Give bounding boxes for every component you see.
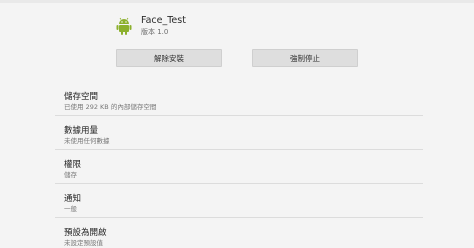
status-bar xyxy=(0,0,474,3)
setting-item-storage[interactable]: 儲存空間 已使用 292 KB 的內部儲存空間 xyxy=(55,82,423,116)
app-info-screen: Face_Test 版本 1.0 解除安裝 強制停止 儲存空間 已使用 292 … xyxy=(0,0,474,248)
setting-summary: 未設定預設值 xyxy=(64,239,103,247)
uninstall-button[interactable]: 解除安裝 xyxy=(116,49,222,67)
force-stop-button[interactable]: 強制停止 xyxy=(252,49,358,67)
setting-item-open-by-default[interactable]: 預設為開啟 未設定預設值 xyxy=(55,218,423,248)
setting-summary: 已使用 292 KB 的內部儲存空間 xyxy=(64,103,157,111)
setting-summary: 未使用任何數據 xyxy=(64,137,110,145)
app-header: Face_Test 版本 1.0 xyxy=(116,15,316,39)
setting-summary: 一般 xyxy=(64,205,77,213)
app-version: 版本 1.0 xyxy=(141,28,169,36)
settings-list: 儲存空間 已使用 292 KB 的內部儲存空間 數據用量 未使用任何數據 權限 … xyxy=(55,82,423,248)
setting-item-data-usage[interactable]: 數據用量 未使用任何數據 xyxy=(55,116,423,150)
setting-item-permissions[interactable]: 權限 儲存 xyxy=(55,150,423,184)
app-name: Face_Test xyxy=(141,15,186,26)
setting-item-notifications[interactable]: 通知 一般 xyxy=(55,184,423,218)
android-icon xyxy=(116,17,132,35)
setting-summary: 儲存 xyxy=(64,171,77,179)
